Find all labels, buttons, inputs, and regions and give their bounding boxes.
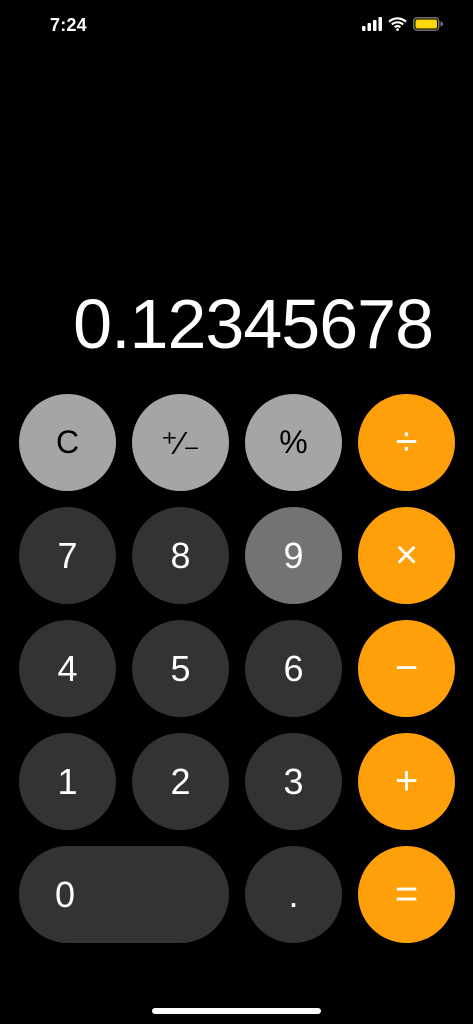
decimal-button[interactable]: . — [245, 846, 342, 943]
digit-7-button[interactable]: 7 — [19, 507, 116, 604]
digit-1-button[interactable]: 1 — [19, 733, 116, 830]
keypad: C ⁺∕₋ % ÷ 7 8 9 × 4 5 6 − 1 2 3 + 0 . = — [19, 394, 455, 943]
multiply-button[interactable]: × — [358, 507, 455, 604]
digit-2-button[interactable]: 2 — [132, 733, 229, 830]
digit-9-button[interactable]: 9 — [245, 507, 342, 604]
digit-4-button[interactable]: 4 — [19, 620, 116, 717]
digit-0-button[interactable]: 0 — [19, 846, 229, 943]
calculator-display: 0.12345678 — [73, 285, 434, 363]
digit-5-button[interactable]: 5 — [132, 620, 229, 717]
status-bar: 7:24 — [0, 0, 473, 54]
minus-button[interactable]: − — [358, 620, 455, 717]
wifi-icon — [388, 17, 407, 31]
divide-button[interactable]: ÷ — [358, 394, 455, 491]
equals-button[interactable]: = — [358, 846, 455, 943]
plus-minus-button[interactable]: ⁺∕₋ — [132, 394, 229, 491]
signal-icon — [362, 17, 382, 31]
plus-button[interactable]: + — [358, 733, 455, 830]
battery-icon — [413, 17, 443, 31]
digit-6-button[interactable]: 6 — [245, 620, 342, 717]
clear-button[interactable]: C — [19, 394, 116, 491]
status-icons — [362, 17, 443, 31]
status-time: 7:24 — [50, 15, 87, 35]
home-indicator[interactable] — [152, 1008, 321, 1014]
digit-8-button[interactable]: 8 — [132, 507, 229, 604]
percent-button[interactable]: % — [245, 394, 342, 491]
digit-3-button[interactable]: 3 — [245, 733, 342, 830]
